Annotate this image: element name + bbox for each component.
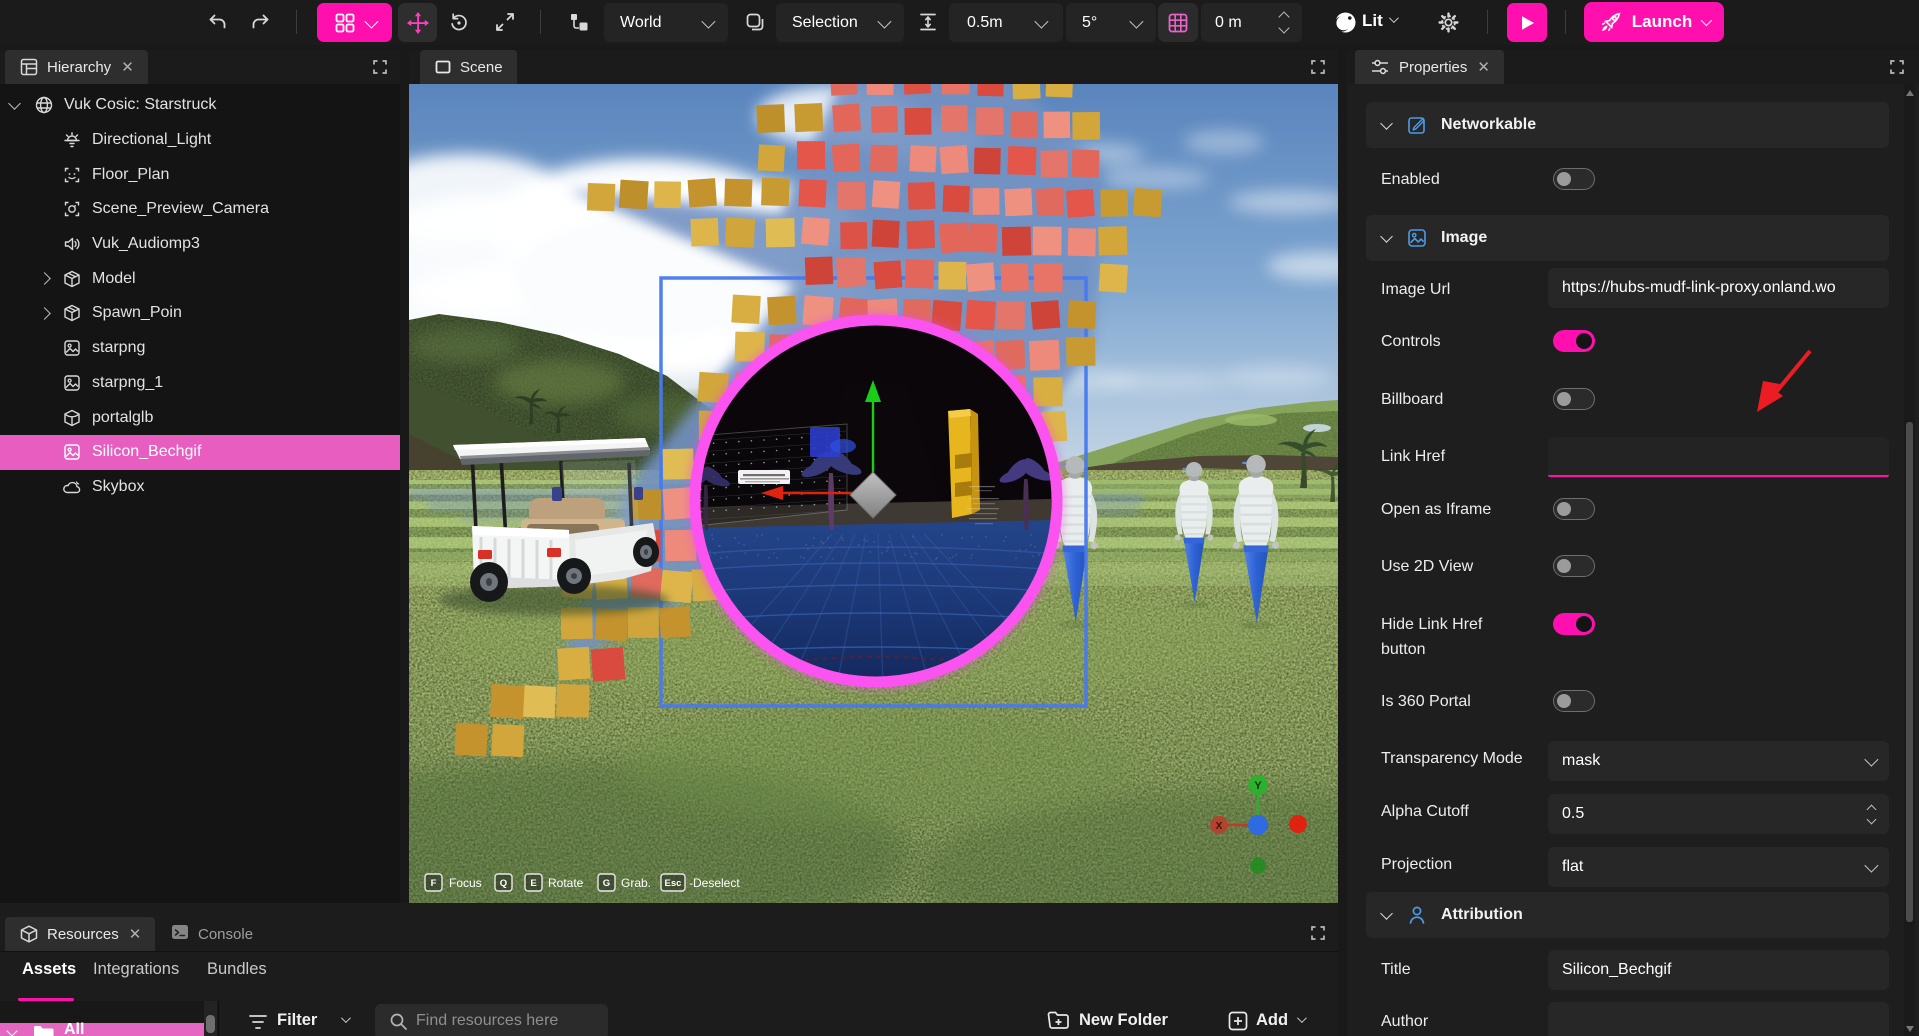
svg-text:Rotate: Rotate — [548, 876, 584, 890]
svg-text:-Deselect: -Deselect — [689, 876, 740, 890]
svg-text:Esc: Esc — [665, 878, 682, 889]
svg-text:Focus: Focus — [449, 876, 482, 890]
svg-text:G: G — [603, 878, 610, 889]
svg-text:Q: Q — [500, 878, 507, 889]
svg-text:X: X — [1216, 821, 1223, 832]
svg-text:E: E — [530, 878, 536, 889]
svg-text:Y: Y — [1254, 780, 1262, 792]
svg-text:Grab.: Grab. — [621, 876, 651, 890]
svg-text:F: F — [431, 878, 437, 889]
